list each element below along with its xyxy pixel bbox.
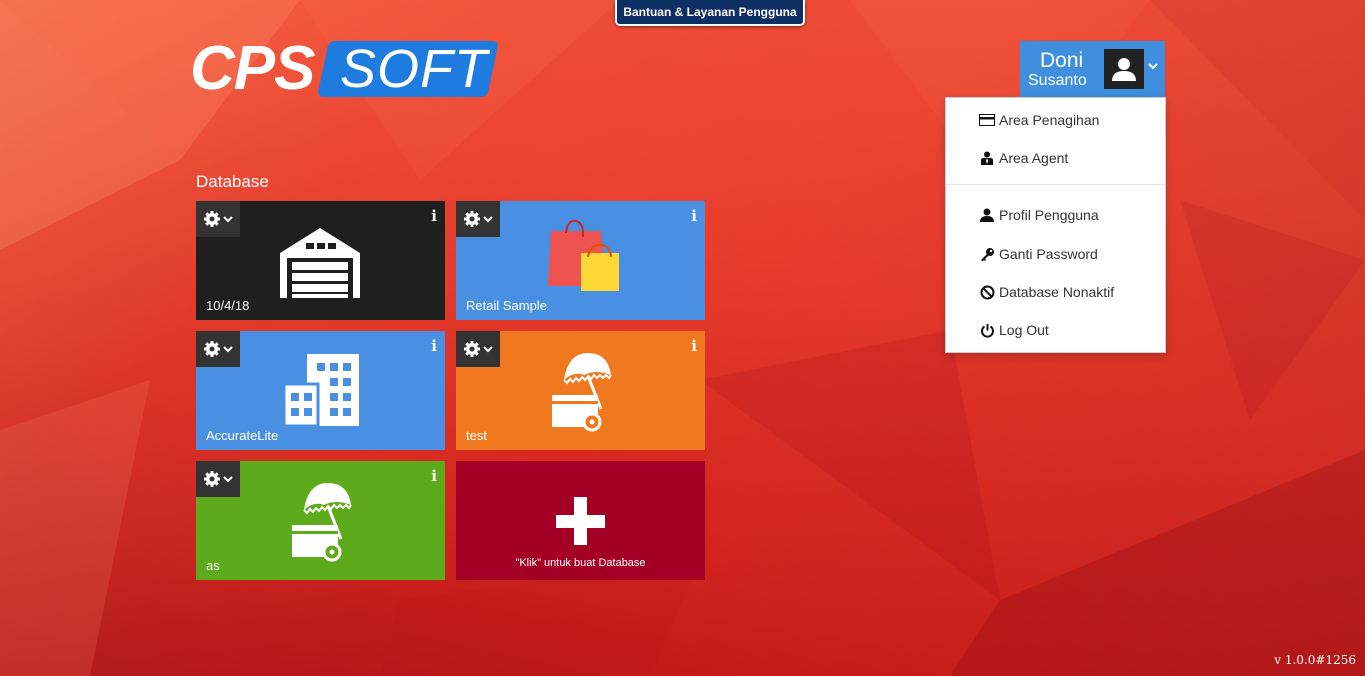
avatar-icon (1104, 49, 1144, 89)
gear-icon (203, 341, 220, 357)
chevron-down-icon (482, 346, 493, 353)
power-icon (979, 322, 995, 338)
database-tile-as[interactable]: i as (196, 461, 445, 580)
user-last-name: Susanto (1028, 72, 1087, 89)
user-first-name: Doni (1040, 49, 1084, 72)
tile-label: AccurateLite (206, 428, 279, 443)
version-label: v 1.0.0#1256 (1274, 653, 1356, 667)
tile-label: test (466, 428, 487, 443)
info-icon[interactable]: i (691, 207, 697, 225)
chevron-down-icon (482, 216, 493, 223)
agent-icon (979, 150, 995, 166)
add-database-label: "Klik" untuk buat Database (515, 557, 646, 569)
menu-item-ganti-password[interactable]: Ganti Password (946, 237, 1165, 271)
menu-item-area-penagihan[interactable]: Area Penagihan (946, 103, 1165, 137)
tile-settings-button[interactable] (196, 461, 240, 497)
menu-item-label: Log Out (999, 322, 1049, 338)
gear-icon (463, 341, 480, 357)
menu-item-label: Ganti Password (999, 246, 1098, 262)
menu-item-label: Area Agent (999, 150, 1069, 166)
database-tile-accuratelite[interactable]: i AccurateLite (196, 331, 445, 450)
section-title-database: Database (196, 172, 269, 191)
tile-settings-button[interactable] (196, 331, 240, 367)
ban-icon (979, 284, 995, 300)
chevron-down-icon (222, 346, 233, 353)
help-tab[interactable]: Bantuan & Layanan Pengguna (615, 0, 805, 26)
menu-item-label: Profil Pengguna (999, 207, 1099, 223)
chevron-down-icon (1148, 57, 1158, 73)
tile-label: 10/4/18 (206, 298, 250, 313)
info-icon[interactable]: i (431, 337, 437, 355)
database-tile-test[interactable]: i test (456, 331, 705, 450)
tile-settings-button[interactable] (456, 331, 500, 367)
database-tile-10-4-18[interactable]: i 10/4/18 (196, 201, 445, 320)
chevron-down-icon (222, 476, 233, 483)
add-database-tile[interactable]: "Klik" untuk buat Database (456, 461, 705, 580)
info-icon[interactable]: i (431, 207, 437, 225)
user-icon (979, 207, 995, 223)
tile-settings-button[interactable] (456, 201, 500, 237)
info-icon[interactable]: i (431, 467, 437, 485)
gear-icon (203, 211, 220, 227)
tile-settings-button[interactable] (196, 201, 240, 237)
chevron-down-icon (222, 216, 233, 223)
user-menu-button[interactable]: Doni Susanto (1020, 41, 1165, 97)
database-tile-retail-sample[interactable]: i Retail Sample (456, 201, 705, 320)
menu-item-label: Database Nonaktif (999, 284, 1115, 300)
credit-card-icon (979, 112, 995, 128)
tile-label: as (206, 558, 220, 573)
gear-icon (203, 471, 220, 487)
tile-label: Retail Sample (466, 298, 547, 313)
key-icon (979, 246, 995, 262)
menu-divider (946, 184, 1165, 185)
logo-cps-text: CPS (190, 34, 315, 103)
menu-item-area-agent[interactable]: Area Agent (946, 141, 1165, 175)
gear-icon (463, 211, 480, 227)
menu-item-label: Area Penagihan (999, 112, 1100, 128)
user-dropdown-menu: Area Penagihan Area Agent Profil Penggun… (945, 97, 1166, 353)
menu-item-database-nonaktif[interactable]: Database Nonaktif (946, 275, 1165, 309)
logo-soft-text: SOFT (340, 39, 488, 99)
menu-item-profil-pengguna[interactable]: Profil Pengguna (946, 198, 1165, 232)
info-icon[interactable]: i (691, 337, 697, 355)
menu-item-log-out[interactable]: Log Out (946, 313, 1165, 347)
